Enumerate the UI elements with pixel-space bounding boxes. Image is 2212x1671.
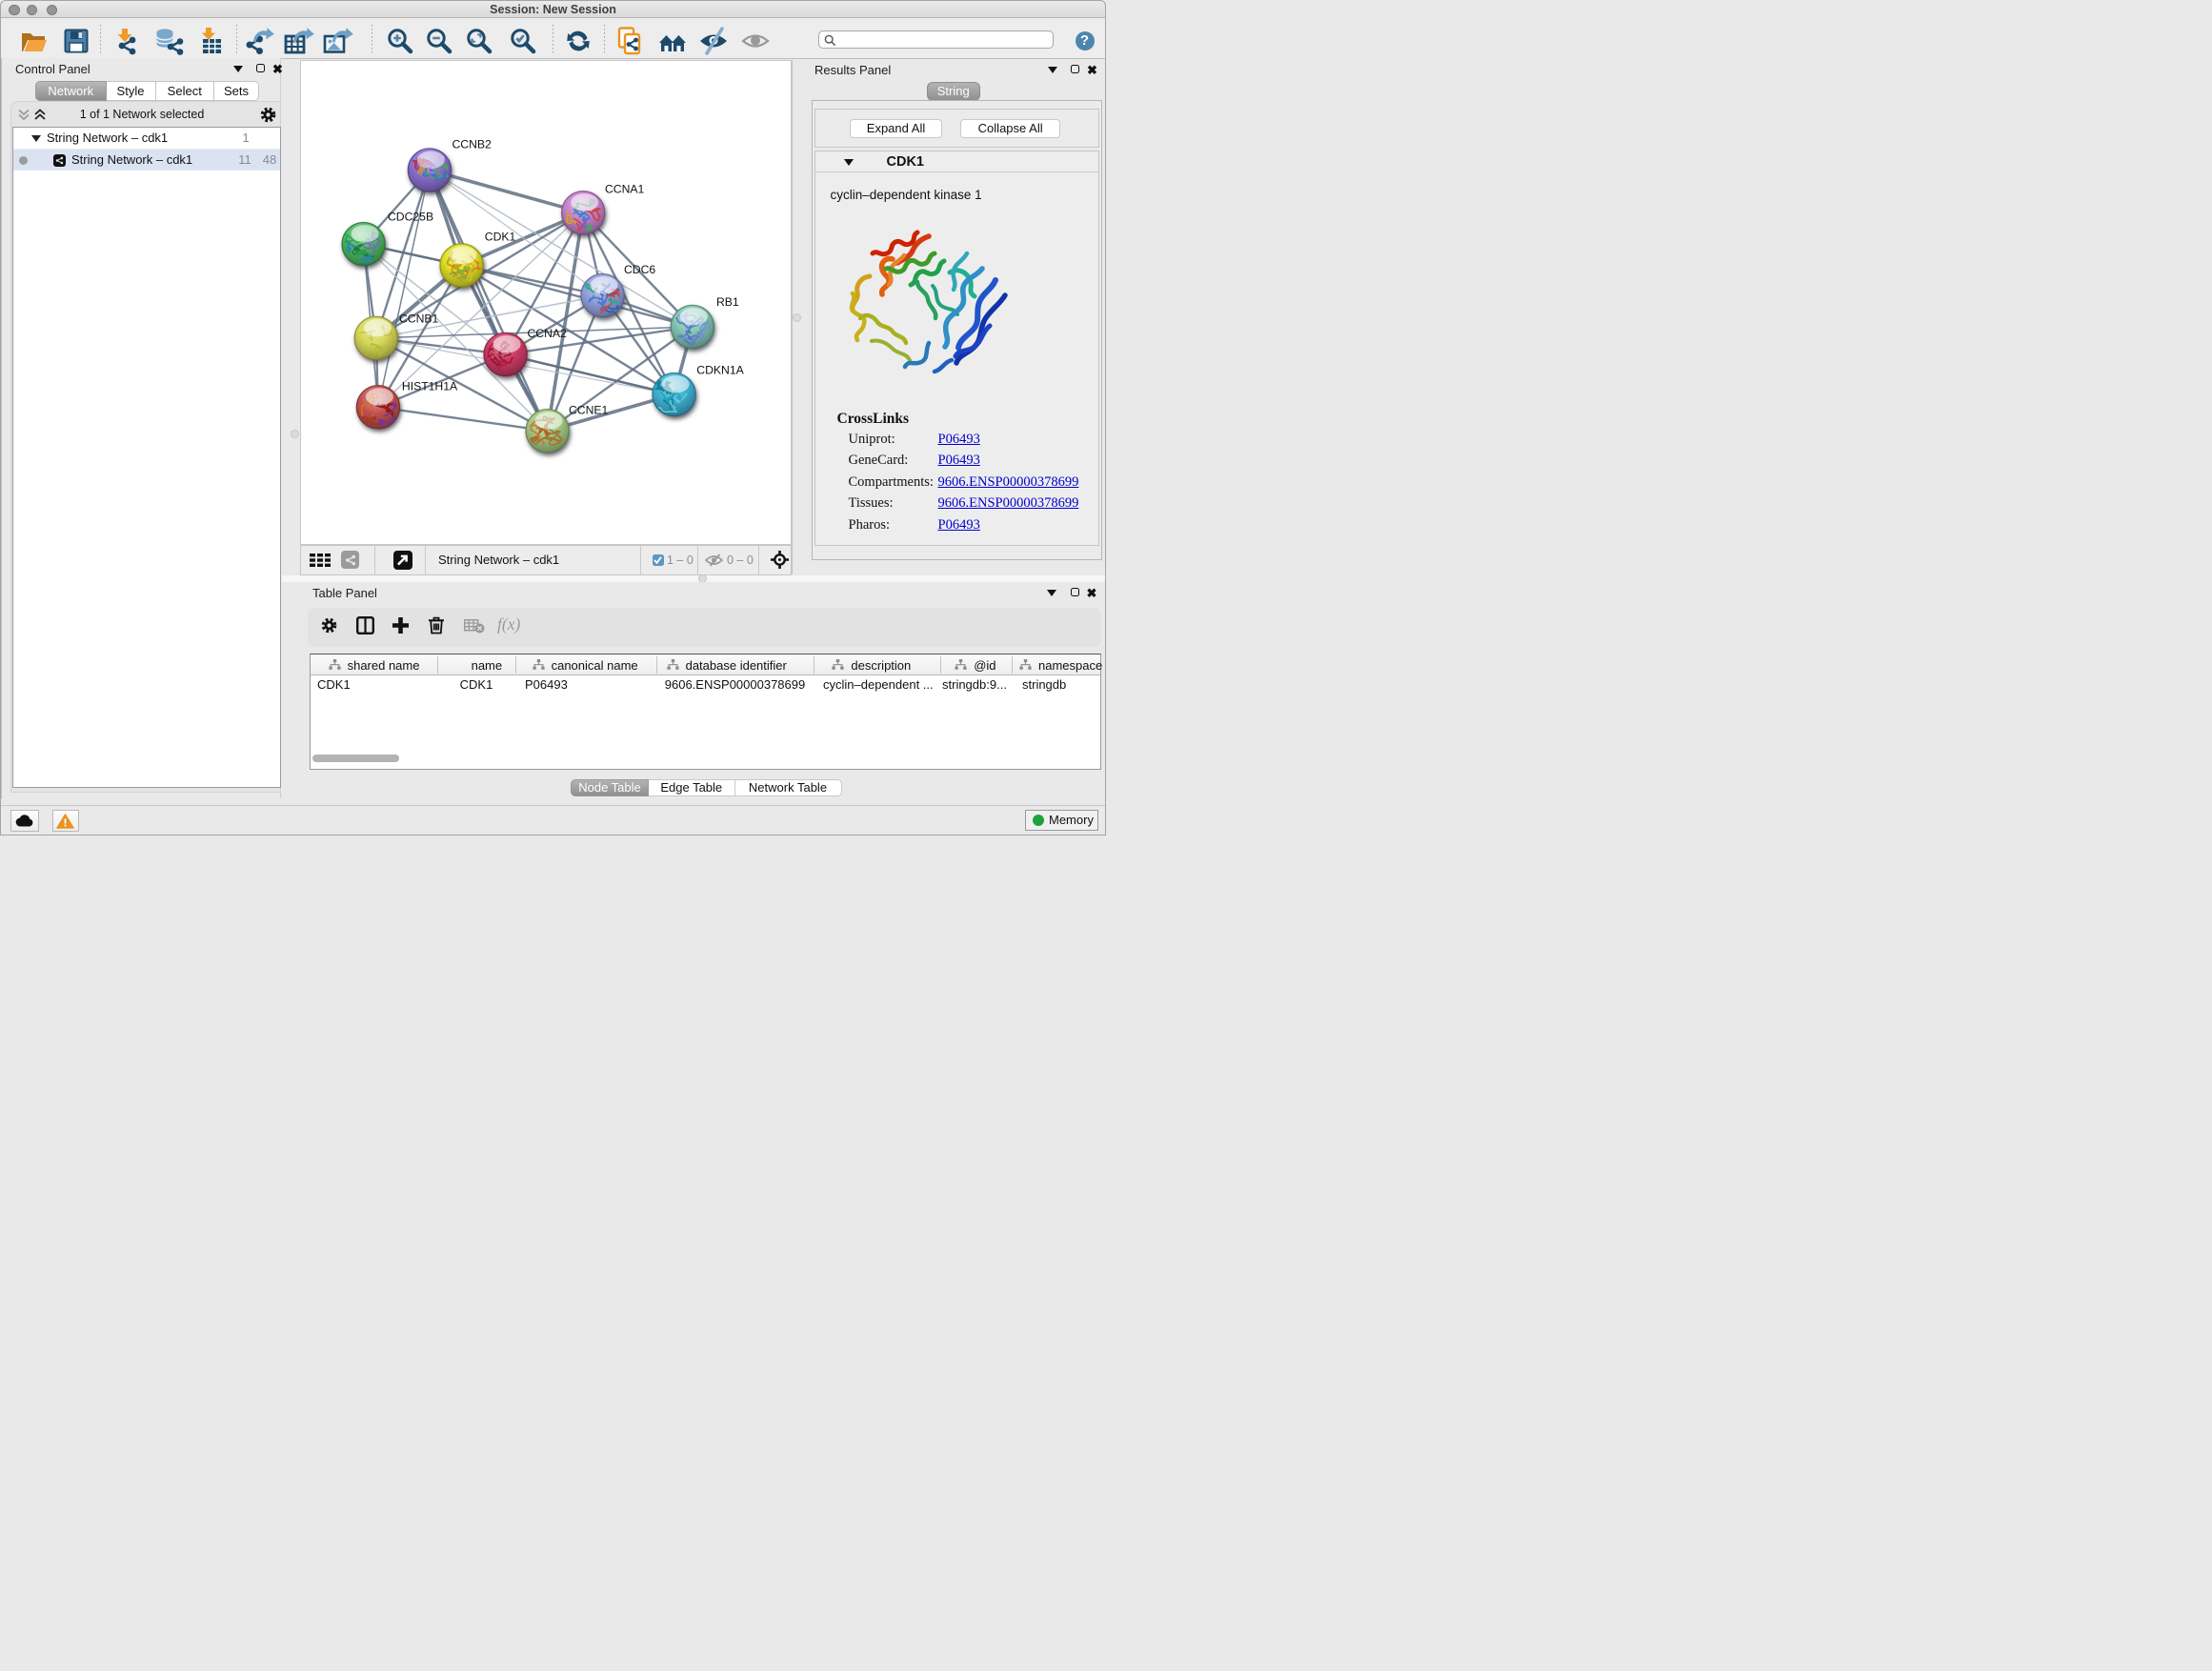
svg-text:HIST1H1A: HIST1H1A	[402, 380, 458, 393]
svg-text:CCNA2: CCNA2	[528, 327, 568, 340]
svg-text:CDKN1A: CDKN1A	[696, 364, 744, 377]
svg-text:RB1: RB1	[716, 295, 739, 309]
svg-text:CCNB2: CCNB2	[452, 138, 493, 151]
svg-text:CDC25B: CDC25B	[388, 211, 433, 224]
svg-text:CCNB1: CCNB1	[399, 312, 439, 326]
svg-text:CCNE1: CCNE1	[569, 404, 609, 417]
svg-text:CDC6: CDC6	[624, 263, 655, 276]
svg-text:CCNA1: CCNA1	[605, 183, 645, 196]
svg-text:CDK1: CDK1	[485, 231, 516, 244]
